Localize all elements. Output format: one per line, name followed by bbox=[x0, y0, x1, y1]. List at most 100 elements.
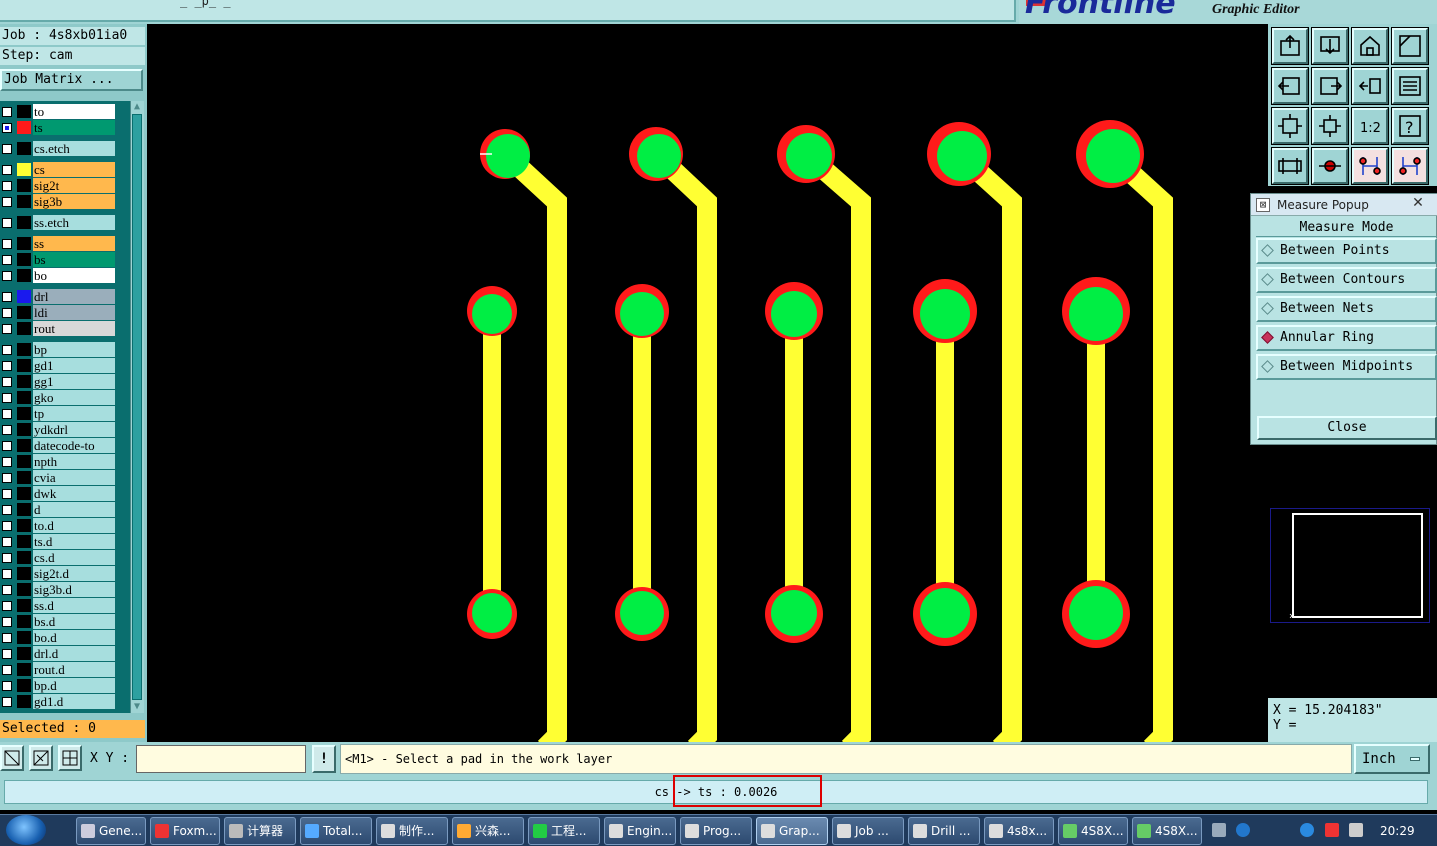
layer-color-swatch[interactable] bbox=[17, 583, 31, 596]
layer-row-ts[interactable]: ts bbox=[0, 120, 116, 135]
layer-name[interactable]: datecode-to bbox=[33, 438, 115, 453]
layer-row-bp.d[interactable]: bp.d bbox=[0, 678, 116, 693]
scale-1-2-icon[interactable]: 1:2 bbox=[1351, 107, 1389, 145]
layer-row-gg1[interactable]: gg1 bbox=[0, 374, 116, 389]
layer-color-swatch[interactable] bbox=[17, 306, 31, 319]
taskbar-item[interactable]: Prog... bbox=[680, 817, 752, 845]
pad-center-top-5[interactable] bbox=[1086, 129, 1140, 183]
layer-color-swatch[interactable] bbox=[17, 615, 31, 628]
layer-color-swatch[interactable] bbox=[17, 535, 31, 548]
layer-name[interactable]: bo bbox=[33, 268, 115, 283]
pad-center-mid-5[interactable] bbox=[1069, 287, 1123, 341]
trace-5-long[interactable] bbox=[1103, 146, 1173, 756]
layer-checkbox[interactable] bbox=[2, 165, 12, 175]
layer-color-swatch[interactable] bbox=[17, 322, 31, 335]
pad-center-bot-4[interactable] bbox=[920, 588, 970, 638]
layer-checkbox[interactable] bbox=[2, 409, 12, 419]
layer-row-bo.d[interactable]: bo.d bbox=[0, 630, 116, 645]
layer-name[interactable]: tp bbox=[33, 406, 115, 421]
layer-checkbox[interactable] bbox=[2, 271, 12, 281]
radio-diamond-icon[interactable] bbox=[1261, 273, 1274, 286]
layer-checkbox[interactable] bbox=[2, 361, 12, 371]
layer-color-swatch[interactable] bbox=[17, 487, 31, 500]
layer-color-swatch[interactable] bbox=[17, 503, 31, 516]
help-icon[interactable]: ? bbox=[1391, 107, 1429, 145]
layer-color-swatch[interactable] bbox=[17, 121, 31, 134]
snap-icon[interactable] bbox=[1391, 67, 1429, 105]
house-icon[interactable] bbox=[1351, 27, 1389, 65]
layer-checkbox[interactable] bbox=[2, 617, 12, 627]
trace-1-long[interactable] bbox=[498, 146, 567, 756]
layer-name[interactable]: cs.etch bbox=[33, 141, 115, 156]
zoom-box-icon[interactable] bbox=[1391, 27, 1429, 65]
layer-name[interactable]: dwk bbox=[33, 486, 115, 501]
layer-checkbox[interactable] bbox=[2, 181, 12, 191]
layer-color-swatch[interactable] bbox=[17, 455, 31, 468]
layer-row-cvia[interactable]: cvia bbox=[0, 470, 116, 485]
layer-name[interactable]: d bbox=[33, 502, 115, 517]
layer-name[interactable]: cs.d bbox=[33, 550, 115, 565]
trace-3-long[interactable] bbox=[799, 146, 871, 756]
keyboard-tray-icon[interactable] bbox=[1212, 823, 1226, 837]
layer-row-to[interactable]: to bbox=[0, 104, 116, 119]
layer-name[interactable]: rout bbox=[33, 321, 115, 336]
layer-checkbox[interactable] bbox=[2, 681, 12, 691]
tools-icon[interactable] bbox=[1271, 147, 1309, 185]
layer-name[interactable]: ldi bbox=[33, 305, 115, 320]
layer-row-to.d[interactable]: to.d bbox=[0, 518, 116, 533]
layer-name[interactable]: ss.etch bbox=[33, 215, 115, 230]
layer-color-swatch[interactable] bbox=[17, 679, 31, 692]
layer-color-swatch[interactable] bbox=[17, 567, 31, 580]
layer-color-swatch[interactable] bbox=[17, 216, 31, 229]
layer-checkbox[interactable] bbox=[2, 144, 12, 154]
layer-color-swatch[interactable] bbox=[17, 179, 31, 192]
layer-checkbox[interactable] bbox=[2, 633, 12, 643]
layer-name[interactable]: sig3b.d bbox=[33, 582, 115, 597]
layer-color-swatch[interactable] bbox=[17, 253, 31, 266]
network-tray-icon[interactable] bbox=[1349, 823, 1363, 837]
pad-center-mid-4[interactable] bbox=[920, 289, 970, 339]
job-matrix-button[interactable]: Job Matrix ... bbox=[0, 69, 143, 91]
fit-center-icon[interactable] bbox=[1311, 107, 1349, 145]
layer-row-gko[interactable]: gko bbox=[0, 390, 116, 405]
zoom-home-up-icon[interactable] bbox=[1271, 27, 1309, 65]
layer-color-swatch[interactable] bbox=[17, 163, 31, 176]
start-button-icon[interactable] bbox=[6, 815, 46, 845]
layer-color-swatch[interactable] bbox=[17, 195, 31, 208]
layer-color-swatch[interactable] bbox=[17, 663, 31, 676]
layer-row-gd1.d[interactable]: gd1.d bbox=[0, 694, 116, 709]
layer-color-swatch[interactable] bbox=[17, 391, 31, 404]
layer-name[interactable]: ydkdrl bbox=[33, 422, 115, 437]
layer-row-drl[interactable]: drl bbox=[0, 289, 116, 304]
layer-name[interactable]: cvia bbox=[33, 470, 115, 485]
measure-mode-option[interactable]: Between Midpoints bbox=[1256, 354, 1437, 380]
layer-checkbox[interactable] bbox=[2, 107, 12, 117]
layer-row-bs[interactable]: bs bbox=[0, 252, 116, 267]
layer-name[interactable]: drl bbox=[33, 289, 115, 304]
taskbar-item[interactable]: Engin... bbox=[604, 817, 676, 845]
layer-color-swatch[interactable] bbox=[17, 647, 31, 660]
fit-all-icon[interactable] bbox=[1271, 107, 1309, 145]
layer-checkbox[interactable] bbox=[2, 569, 12, 579]
layer-checkbox[interactable] bbox=[2, 308, 12, 318]
layer-color-swatch[interactable] bbox=[17, 142, 31, 155]
measure-mode-option[interactable]: Annular Ring bbox=[1256, 325, 1437, 351]
help-tray-icon[interactable] bbox=[1236, 823, 1250, 837]
layer-color-swatch[interactable] bbox=[17, 599, 31, 612]
layer-row-rout.d[interactable]: rout.d bbox=[0, 662, 116, 677]
taskbar-item[interactable]: 4S8X... bbox=[1058, 817, 1128, 845]
layer-name[interactable]: to.d bbox=[33, 518, 115, 533]
close-button[interactable]: Close bbox=[1257, 416, 1437, 440]
layer-checkbox[interactable] bbox=[2, 345, 12, 355]
layer-row-sig3b[interactable]: sig3b bbox=[0, 194, 116, 209]
layer-row-bo[interactable]: bo bbox=[0, 268, 116, 283]
scroll-thumb[interactable] bbox=[132, 114, 142, 700]
flip-icon[interactable] bbox=[1351, 67, 1389, 105]
taskbar-item[interactable]: Foxm... bbox=[150, 817, 220, 845]
layer-row-gd1[interactable]: gd1 bbox=[0, 358, 116, 373]
layer-color-swatch[interactable] bbox=[17, 439, 31, 452]
zoom-down-icon[interactable] bbox=[1311, 27, 1349, 65]
pad-center-bot-3[interactable] bbox=[771, 590, 817, 636]
taskbar-item[interactable]: 4S8X... bbox=[1132, 817, 1202, 845]
close-icon[interactable]: ✕ bbox=[1409, 194, 1427, 212]
